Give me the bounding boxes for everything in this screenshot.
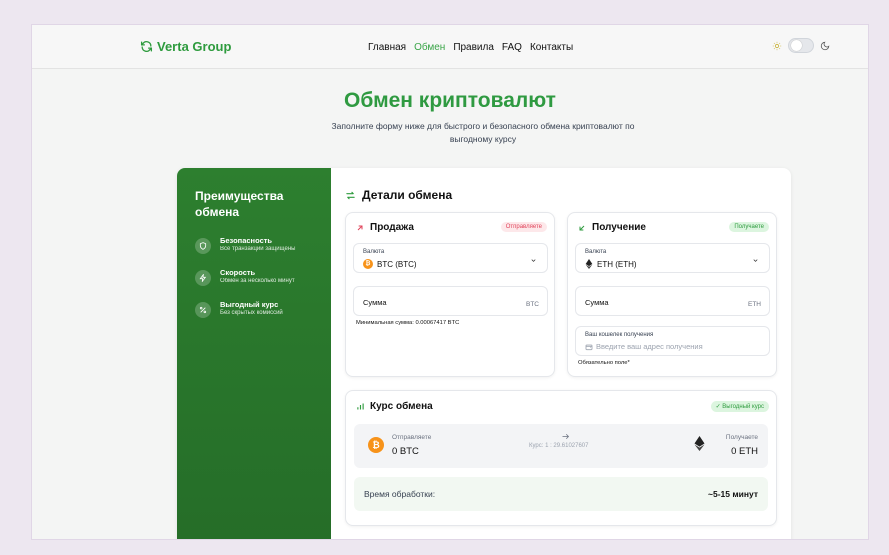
bitcoin-icon: ₿	[363, 259, 373, 269]
sell-title: Продажа	[370, 222, 414, 233]
wallet-address-input[interactable]: Ваш кошелек получения Введите ваш адрес …	[575, 326, 770, 356]
exchange-details: Детали обмена Продажа Отправляете Валюта…	[331, 168, 791, 539]
feature-desc: Обмен за несколько минут	[220, 278, 295, 285]
arrow-down-left-icon	[579, 225, 585, 230]
min-amount-note: Минимальная сумма: 0.00067417 BTC	[356, 320, 460, 326]
wallet-placeholder: Введите ваш адрес получения	[585, 342, 703, 351]
arrow-up-right-icon	[357, 225, 363, 230]
advantages-panel: Преимущества обмена Безопасность Все тра…	[177, 168, 331, 539]
moon-icon	[820, 41, 830, 50]
advantages-title: Преимущества обмена	[195, 189, 284, 220]
receive-value: 0 ETH	[731, 446, 758, 457]
currency-value: ETH (ETH)	[585, 259, 637, 269]
receive-title: Получение	[592, 222, 646, 233]
nav-item-exchange[interactable]: Обмен	[414, 42, 445, 53]
processing-value: ~5-15 минут	[708, 489, 758, 499]
feature-title: Выгодный курс	[220, 300, 279, 310]
chevron-down-icon	[753, 259, 758, 262]
feature-rate: Выгодный курс Без скрытых комиссий	[195, 300, 313, 319]
feature-title: Безопасность	[220, 236, 273, 246]
sell-heading: Продажа	[356, 222, 414, 233]
rate-text: Курс: 1 : 29.61027607	[529, 443, 589, 449]
arrow-right-icon	[562, 433, 570, 440]
receive-currency-select[interactable]: Валюта ETH (ETH)	[575, 243, 770, 273]
sell-currency-text: BTC (BTC)	[377, 259, 417, 269]
wallet-label: Ваш кошелек получения	[585, 332, 654, 338]
amount-unit: ETH	[748, 301, 761, 308]
main-nav: Главная Обмен Правила FAQ Контакты	[368, 42, 573, 53]
bar-chart-icon	[357, 403, 364, 410]
receive-currency-text: ETH (ETH)	[597, 259, 637, 269]
ethereum-icon	[694, 436, 705, 451]
wallet-placeholder-text: Введите ваш адрес получения	[596, 342, 703, 351]
feature-title: Скорость	[220, 268, 256, 278]
shield-icon	[195, 238, 211, 255]
swap-icon	[346, 191, 355, 199]
rate-heading: Курс обмена	[356, 401, 433, 412]
sell-amount-input[interactable]: Сумма BTC	[353, 286, 548, 316]
receive-label: Получаете	[725, 434, 758, 441]
feature-desc: Все транзакции защищены	[220, 246, 296, 253]
top-navbar: Verta Group Главная Обмен Правила FAQ Ко…	[32, 25, 868, 69]
brand-name: Verta Group	[157, 39, 232, 54]
chevron-down-icon	[531, 259, 536, 262]
refresh-icon	[140, 41, 153, 52]
receive-amount-input[interactable]: Сумма ETH	[575, 286, 770, 316]
feature-security: Безопасность Все транзакции защищены	[195, 236, 313, 255]
page-title: Обмен криптовалют	[344, 89, 556, 112]
send-label: Отправляете	[392, 434, 432, 441]
brand-logo[interactable]: Verta Group	[140, 39, 231, 54]
bitcoin-icon: ₿	[368, 437, 384, 453]
rate-title: Курс обмена	[370, 401, 433, 412]
sun-icon	[772, 41, 782, 50]
receive-badge: Получаете	[729, 222, 769, 232]
currency-label: Валюта	[585, 249, 607, 255]
currency-label: Валюта	[363, 249, 385, 255]
sell-badge: Отправляете	[500, 222, 547, 232]
processing-label: Время обработки:	[364, 489, 436, 499]
receive-panel: Получение Получаете Валюта ETH (ETH) Сум…	[567, 212, 777, 377]
percent-icon	[195, 302, 211, 319]
exchange-card: Преимущества обмена Безопасность Все тра…	[177, 168, 791, 539]
nav-item-contacts[interactable]: Контакты	[530, 42, 573, 53]
feature-speed: Скорость Обмен за несколько минут	[195, 268, 313, 287]
required-note: Обязательно поле*	[578, 360, 630, 366]
browser-frame: Verta Group Главная Обмен Правила FAQ Ко…	[31, 24, 869, 540]
theme-switcher	[772, 38, 830, 53]
details-heading: Детали обмена	[345, 188, 777, 202]
nav-item-home[interactable]: Главная	[368, 42, 406, 53]
sell-currency-select[interactable]: Валюта ₿ BTC (BTC)	[353, 243, 548, 273]
amount-unit: BTC	[526, 301, 539, 308]
rate-badge: ✓ Выгодный курс	[710, 401, 769, 412]
nav-item-rules[interactable]: Правила	[453, 42, 494, 53]
processing-time-row: Время обработки: ~5-15 минут	[354, 477, 768, 511]
feature-desc: Без скрытых комиссий	[220, 310, 283, 317]
page-subtitle: Заполните форму ниже для быстрого и безо…	[331, 121, 635, 145]
currency-value: ₿ BTC (BTC)	[363, 259, 417, 269]
receive-heading: Получение	[578, 222, 646, 233]
details-title: Детали обмена	[362, 188, 453, 202]
bolt-icon	[195, 270, 211, 287]
theme-toggle[interactable]	[788, 38, 814, 53]
nav-item-faq[interactable]: FAQ	[502, 42, 522, 53]
amount-label: Сумма	[363, 298, 387, 307]
amount-label: Сумма	[585, 298, 609, 307]
sell-panel: Продажа Отправляете Валюта ₿ BTC (BTC) С…	[345, 212, 555, 377]
wallet-icon	[585, 344, 593, 350]
rate-summary: ₿ Отправляете 0 BTC Курс: 1 : 29.6102760…	[354, 424, 768, 468]
send-value: 0 BTC	[392, 446, 419, 457]
rate-panel: Курс обмена ✓ Выгодный курс ₿ Отправляет…	[345, 390, 777, 526]
ethereum-icon	[585, 259, 593, 269]
